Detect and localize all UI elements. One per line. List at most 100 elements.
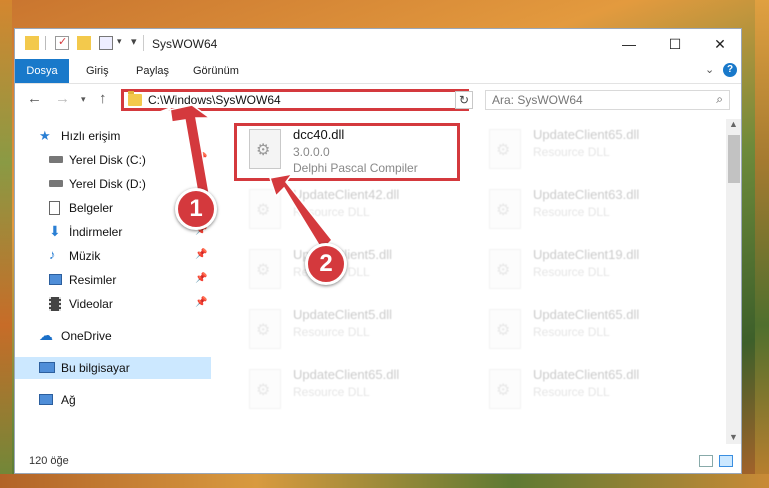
sidebar-item-quick-access[interactable]: ★ Hızlı erişim <box>15 125 211 147</box>
file-item[interactable]: UpdateClient63.dll Resource DLL <box>475 183 695 235</box>
divider <box>143 35 144 51</box>
file-item[interactable]: UpdateClient65.dll Resource DLL <box>475 363 695 415</box>
recent-locations-chevron-icon[interactable]: ▾ <box>81 94 86 105</box>
file-description: Resource DLL <box>533 265 610 279</box>
dll-file-icon <box>249 189 281 229</box>
sidebar-item-onedrive[interactable]: ☁ OneDrive <box>15 325 211 347</box>
sidebar-item-local-disk-d[interactable]: Yerel Disk (D:) 📌 <box>15 173 211 195</box>
file-item[interactable]: UpdateClient65.dll Resource DLL <box>235 363 455 415</box>
ribbon-tabs: Dosya Giriş Paylaş Görünüm ⌄ ? <box>15 59 741 84</box>
close-button[interactable]: ✕ <box>697 29 741 59</box>
sidebar-item-music[interactable]: ♪ Müzik 📌 <box>15 245 211 267</box>
dll-file-icon <box>489 369 521 409</box>
divider <box>45 36 46 50</box>
tab-home[interactable]: Giriş <box>86 59 109 83</box>
sidebar-item-label: Hızlı erişim <box>61 129 121 143</box>
computer-icon <box>39 362 55 373</box>
help-icon[interactable]: ? <box>723 63 737 77</box>
status-bar: 120 öğe <box>15 451 741 473</box>
tab-view[interactable]: Görünüm <box>193 59 239 83</box>
search-input[interactable]: Ara: SysWOW64 ⌕ <box>485 90 730 110</box>
scroll-up-icon[interactable]: ▲ <box>729 119 738 129</box>
file-highlight-box <box>234 123 460 181</box>
file-name: UpdateClient65.dll <box>293 367 400 382</box>
new-folder-icon[interactable] <box>77 36 91 50</box>
file-item[interactable]: UpdateClient19.dll Resource DLL <box>475 243 695 295</box>
sidebar-item-local-disk-c[interactable]: Yerel Disk (C:) 📌 <box>15 149 211 171</box>
file-name: UpdateClient5.dll <box>293 307 393 322</box>
sidebar-item-network[interactable]: Ağ <box>15 389 211 411</box>
desktop-background-bottom <box>0 474 769 488</box>
minimize-button[interactable]: — <box>606 29 652 59</box>
file-name: UpdateClient19.dll <box>533 247 640 262</box>
sidebar-item-label: İndirmeler <box>69 225 123 239</box>
up-arrow-icon[interactable]: ↑ <box>99 90 107 107</box>
cloud-icon: ☁ <box>39 327 53 343</box>
file-name: UpdateClient65.dll <box>533 307 640 322</box>
forward-arrow-icon[interactable]: → <box>55 90 70 107</box>
sidebar-item-label: OneDrive <box>61 329 112 343</box>
dll-file-icon <box>489 129 521 169</box>
file-name: UpdateClient65.dll <box>533 127 640 142</box>
file-description: Resource DLL <box>533 385 610 399</box>
sidebar-item-label: Videolar <box>69 297 113 311</box>
file-description: Resource DLL <box>293 205 370 219</box>
documents-icon <box>49 201 60 215</box>
sidebar-item-label: Yerel Disk (C:) <box>69 153 146 167</box>
address-path[interactable]: C:\Windows\SysWOW64 <box>148 93 281 107</box>
navigation-pane: ★ Hızlı erişim Yerel Disk (C:) 📌 Yerel D… <box>15 119 211 439</box>
pin-icon[interactable]: 📌 <box>195 153 207 164</box>
pin-icon[interactable]: 📌 <box>195 177 207 188</box>
step-badge-1: 1 <box>175 188 217 230</box>
download-icon: ⬇ <box>49 223 61 239</box>
address-bar[interactable]: C:\Windows\SysWOW64 ⌄ <box>121 89 469 111</box>
dll-file-icon <box>489 249 521 289</box>
search-icon[interactable]: ⌕ <box>716 92 723 107</box>
dll-file-icon <box>249 249 281 289</box>
tiles-view-icon[interactable] <box>719 455 733 467</box>
file-item[interactable]: UpdateClient65.dll Resource DLL <box>475 123 695 175</box>
sidebar-item-videos[interactable]: Videolar 📌 <box>15 293 211 315</box>
quick-access-dropdown-icon[interactable]: ▾ <box>131 35 137 48</box>
file-description: Resource DLL <box>533 325 610 339</box>
file-description: Resource DLL <box>533 145 610 159</box>
details-view-icon[interactable] <box>699 455 713 467</box>
sidebar-item-label: Ağ <box>61 393 76 407</box>
file-description: Resource DLL <box>533 205 610 219</box>
sidebar-item-label: Müzik <box>69 249 101 263</box>
sidebar-item-label: Bu bilgisayar <box>61 361 130 375</box>
refresh-button[interactable]: ↻ <box>455 91 473 109</box>
expand-ribbon-icon[interactable]: ⌄ <box>705 63 714 76</box>
tab-share[interactable]: Paylaş <box>136 59 169 83</box>
scrollbar-thumb[interactable] <box>728 135 740 183</box>
back-arrow-icon[interactable]: ← <box>27 90 42 107</box>
vertical-scrollbar[interactable]: ▲ ▼ <box>726 119 741 444</box>
step-badge-2: 2 <box>305 243 347 285</box>
sidebar-item-pictures[interactable]: Resimler 📌 <box>15 269 211 291</box>
search-placeholder: Ara: SysWOW64 <box>492 93 583 107</box>
pin-icon[interactable]: 📌 <box>195 249 207 260</box>
file-item[interactable]: UpdateClient5.dll Resource DLL <box>235 303 455 355</box>
file-description: Resource DLL <box>293 325 370 339</box>
sidebar-item-label: Resimler <box>69 273 117 287</box>
folder-icon <box>25 36 39 50</box>
sidebar-item-label: Yerel Disk (D:) <box>69 177 146 191</box>
file-item[interactable]: UpdateClient42.dll Resource DLL <box>235 183 455 235</box>
file-name: UpdateClient42.dll <box>293 187 400 202</box>
file-name: UpdateClient63.dll <box>533 187 640 202</box>
sidebar-item-this-pc[interactable]: Bu bilgisayar <box>15 357 211 379</box>
file-description: Resource DLL <box>293 385 370 399</box>
star-icon: ★ <box>39 128 51 143</box>
pin-icon[interactable]: 📌 <box>195 273 207 284</box>
file-item[interactable]: UpdateClient65.dll Resource DLL <box>475 303 695 355</box>
maximize-button[interactable]: ☐ <box>652 29 698 59</box>
network-icon <box>39 394 53 405</box>
customize-icon[interactable] <box>99 36 113 50</box>
properties-icon[interactable]: ✓ <box>55 36 69 50</box>
pin-icon[interactable]: 📌 <box>195 297 207 308</box>
chevron-down-icon[interactable]: ▾ <box>117 36 122 47</box>
scroll-down-icon[interactable]: ▼ <box>729 432 738 442</box>
tab-file[interactable]: Dosya <box>15 59 69 83</box>
window-title: SysWOW64 <box>152 37 218 51</box>
videos-icon <box>49 297 61 311</box>
